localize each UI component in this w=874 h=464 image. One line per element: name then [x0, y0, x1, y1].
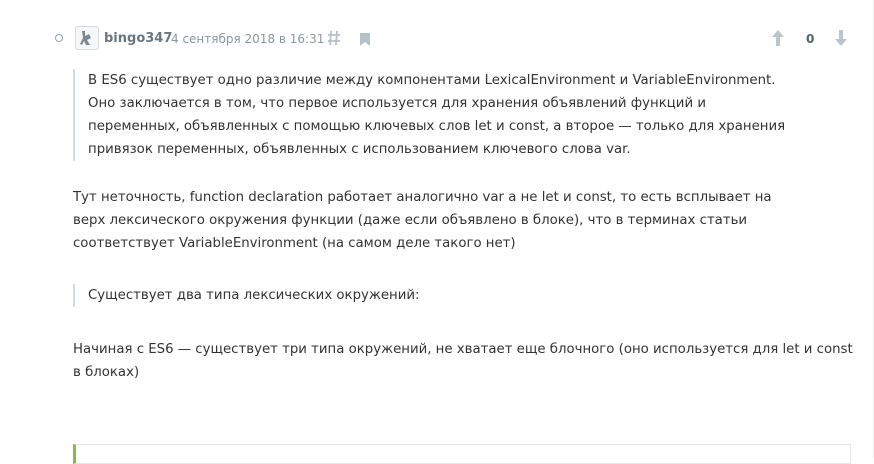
comment-paragraph-function-declaration: Тут неточность, function declaration раб…	[73, 190, 772, 251]
blockquote-lexical-environment: В ES6 существует одно различие между ком…	[73, 69, 792, 161]
vote-up-button[interactable]	[771, 29, 785, 47]
comment-paragraph-es6-environments: Начиная с ES6 — существует три типа окру…	[73, 342, 853, 380]
bookmark-icon-glyph	[360, 33, 370, 46]
comment-username[interactable]: bingo347	[104, 31, 172, 46]
comment-date[interactable]: 4 сентября 2018 в 16:31	[171, 32, 324, 46]
reply-form[interactable]	[73, 444, 851, 464]
hash-icon[interactable]	[327, 30, 341, 46]
hash-icon-glyph	[328, 30, 340, 46]
comment-marker-dot[interactable]	[55, 34, 63, 42]
arrow-up-icon	[772, 30, 784, 46]
comment-score: 0	[806, 32, 815, 46]
avatar-image	[80, 31, 91, 45]
blockquote-environment-types: Существует два типа лексических окружени…	[73, 284, 688, 307]
arrow-down-icon	[835, 30, 847, 46]
bookmark-icon[interactable]	[360, 31, 370, 46]
vote-down-button[interactable]	[834, 29, 848, 47]
avatar[interactable]	[75, 26, 99, 50]
